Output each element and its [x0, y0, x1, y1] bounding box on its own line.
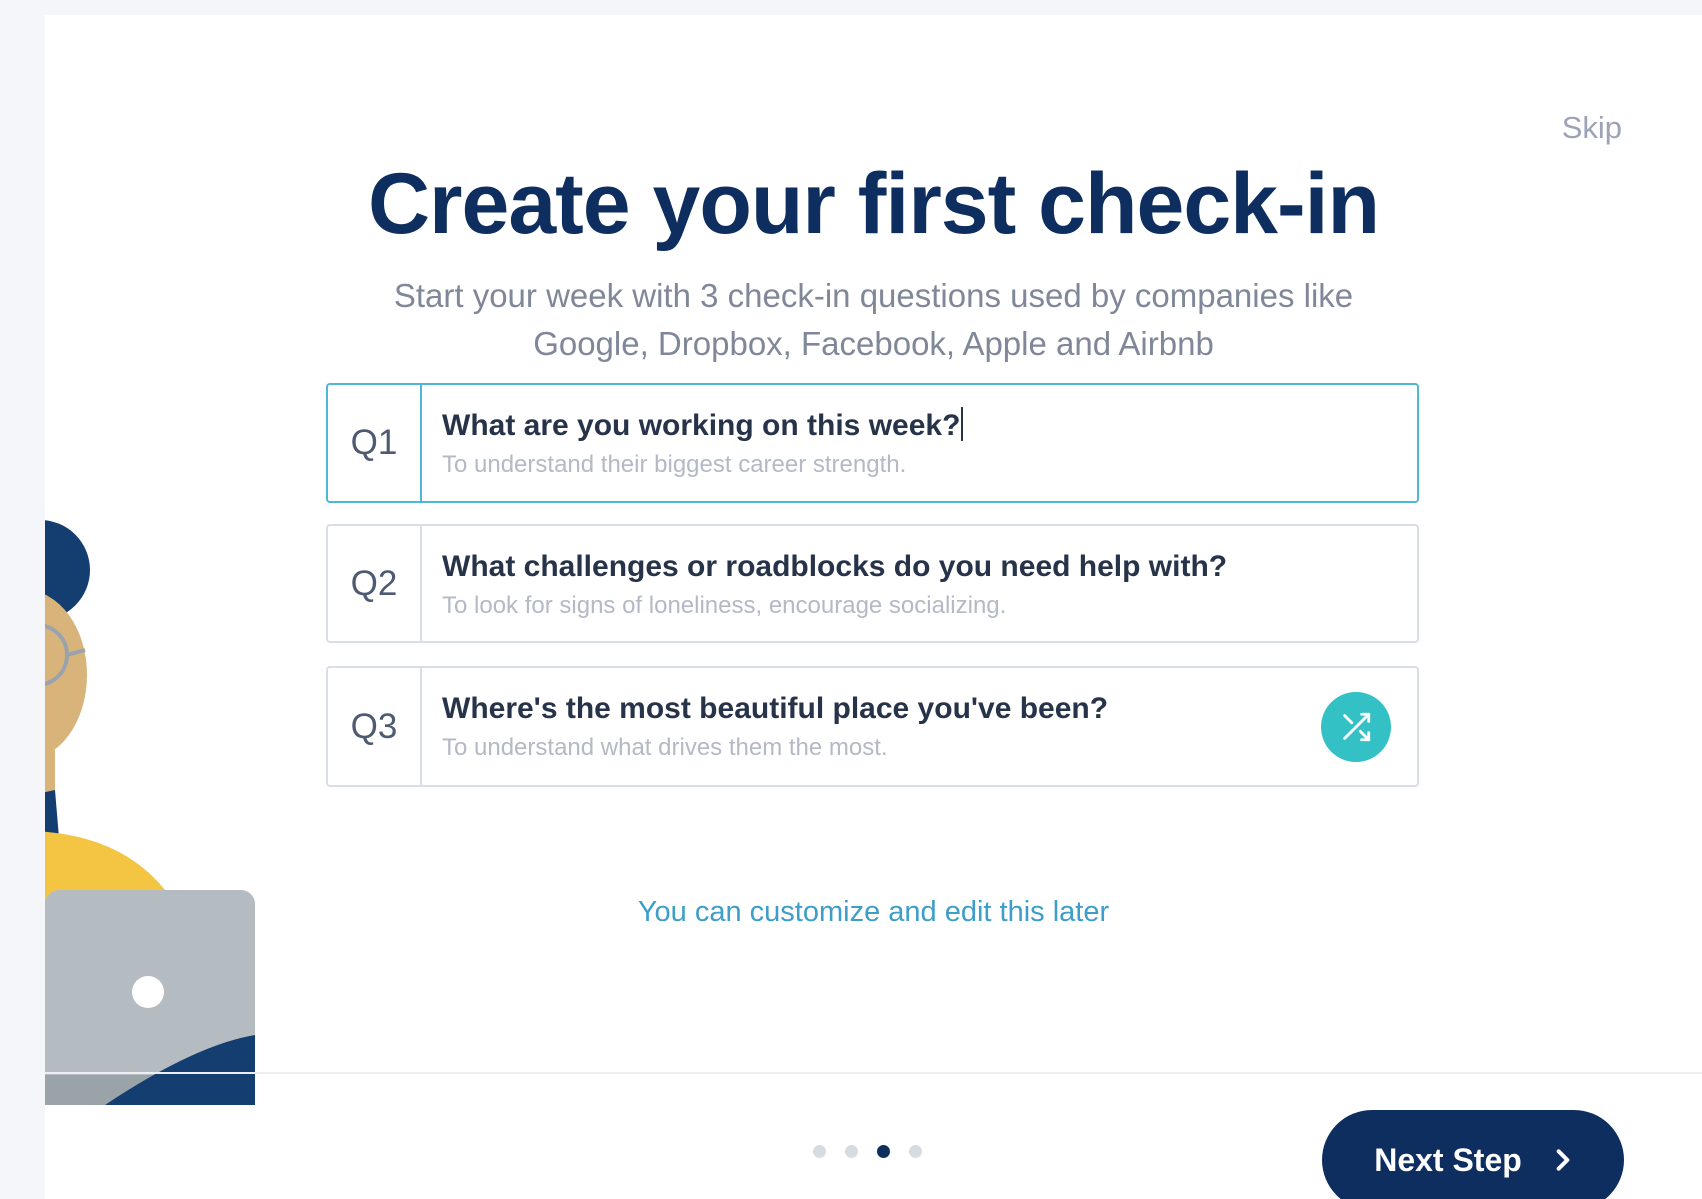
- question-text-field[interactable]: What are you working on this week? To un…: [442, 407, 1307, 479]
- question-description: To understand what drives them the most.: [442, 734, 888, 761]
- question-number: Q3: [328, 668, 422, 785]
- illustration-person-with-laptop: [45, 520, 255, 1105]
- subtitle-line-2: Google, Dropbox, Facebook, Apple and Air…: [533, 325, 1214, 362]
- step-dot-3-current[interactable]: [877, 1145, 890, 1158]
- onboarding-card: Skip Create your first check-in Start yo…: [45, 15, 1702, 1199]
- question-title[interactable]: Where's the most beautiful place you've …: [442, 692, 1307, 726]
- question-title[interactable]: What are you working on this week?: [442, 407, 1307, 443]
- subtitle-line-1: Start your week with 3 check-in question…: [393, 277, 1354, 314]
- question-number: Q1: [328, 385, 422, 501]
- step-dot-4[interactable]: [909, 1145, 922, 1158]
- footer-divider: [45, 1072, 1702, 1074]
- question-row-2[interactable]: Q2 What challenges or roadblocks do you …: [326, 524, 1419, 643]
- customize-later-link[interactable]: You can customize and edit this later: [45, 896, 1702, 929]
- page-subtitle: Start your week with 3 check-in question…: [45, 272, 1702, 368]
- question-description: To look for signs of loneliness, encoura…: [442, 592, 1007, 619]
- question-row-3[interactable]: Q3 Where's the most beautiful place you'…: [326, 666, 1419, 787]
- question-number: Q2: [328, 526, 422, 641]
- question-text-field[interactable]: What challenges or roadblocks do you nee…: [442, 550, 1307, 620]
- step-indicator: [813, 1145, 922, 1158]
- shuffle-question-button[interactable]: [1321, 691, 1391, 762]
- step-dot-1[interactable]: [813, 1145, 826, 1158]
- page-title: Create your first check-in: [367, 156, 1380, 252]
- text-cursor: [961, 407, 964, 441]
- shuffle-icon: [1343, 712, 1371, 741]
- chevron-right-icon: [1556, 1149, 1570, 1171]
- skip-link[interactable]: Skip: [1562, 110, 1622, 146]
- question-title[interactable]: What challenges or roadblocks do you nee…: [442, 550, 1307, 584]
- next-step-label: Next Step: [1374, 1141, 1522, 1178]
- next-step-button[interactable]: Next Step: [1322, 1110, 1624, 1199]
- step-dot-2[interactable]: [845, 1145, 858, 1158]
- question-row-1[interactable]: Q1 What are you working on this week? To…: [326, 383, 1419, 503]
- question-text-field[interactable]: Where's the most beautiful place you've …: [442, 692, 1307, 762]
- question-description: To understand their biggest career stren…: [442, 451, 907, 478]
